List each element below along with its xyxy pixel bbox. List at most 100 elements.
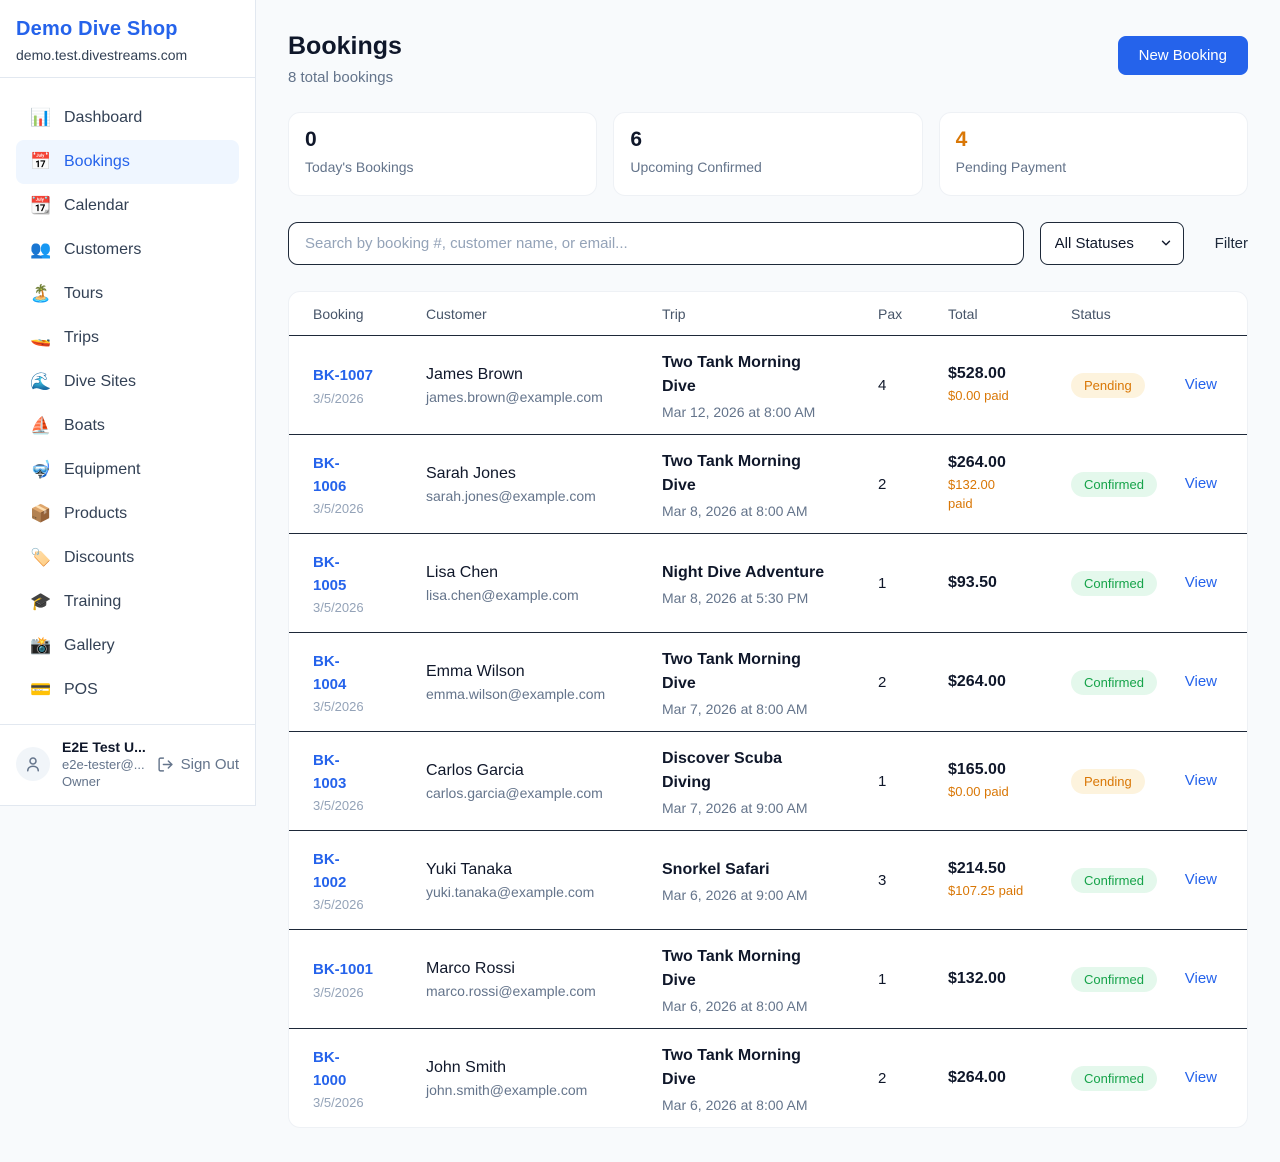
new-booking-button[interactable]: New Booking [1118,36,1248,75]
search-input[interactable] [288,222,1024,265]
column-header-pax: Pax [878,306,948,322]
stat-value: 0 [305,128,580,152]
sidebar-item-products[interactable]: 📦 Products [16,492,239,536]
paid-amount: $0.00 paid [948,387,1026,406]
page-subtitle: 8 total bookings [288,69,402,86]
status-select[interactable]: All Statuses [1040,222,1184,265]
sidebar-item-equipment[interactable]: 🤿 Equipment [16,448,239,492]
equipment-mask-icon: 🤿 [30,460,50,480]
user-info: E2E Test U... e2e-tester@... Owner [62,739,145,789]
gallery-camera-icon: 📸 [30,636,50,656]
trip-name: Two Tank Morning Dive [662,450,857,498]
sign-out-button[interactable]: Sign Out [157,756,239,773]
view-link[interactable]: View [1185,772,1217,789]
view-link[interactable]: View [1185,970,1217,987]
sidebar-item-customers[interactable]: 👥 Customers [16,228,239,272]
booking-date: 3/5/2026 [313,985,426,1000]
customer-name: Carlos Garcia [426,762,662,780]
sidebar-item-training[interactable]: 🎓 Training [16,580,239,624]
sidebar-item-bookings[interactable]: 📅 Bookings [16,140,239,184]
table-row: BK-1001 3/5/2026 Marco Rossi marco.rossi… [289,929,1247,1028]
main-content: Bookings 8 total bookings New Booking 0 … [256,0,1280,1162]
customer-name: Sarah Jones [426,465,662,483]
sidebar-item-pos[interactable]: 💳 POS [16,668,239,712]
booking-link[interactable]: BK- 1004 [313,650,426,697]
customer-email: carlos.garcia@example.com [426,785,662,801]
customer-name: Yuki Tanaka [426,861,662,879]
sidebar-item-gallery[interactable]: 📸 Gallery [16,624,239,668]
trip-name: Two Tank Morning Dive [662,648,857,696]
trip-name: Discover Scuba Diving [662,747,857,795]
bookings-table: Booking Customer Trip Pax Total Status B… [288,291,1248,1128]
sidebar-item-label: Dashboard [64,109,142,127]
total-amount: $132.00 [948,970,1071,988]
pax-count: 2 [878,674,948,691]
customers-icon: 👥 [30,240,50,260]
pax-count: 2 [878,1070,948,1087]
pax-count: 2 [878,476,948,493]
sidebar-item-discounts[interactable]: 🏷️ Discounts [16,536,239,580]
booking-date: 3/5/2026 [313,897,426,912]
sidebar-item-dive-sites[interactable]: 🌊 Dive Sites [16,360,239,404]
booking-link[interactable]: BK-1001 [313,958,426,981]
booking-date: 3/5/2026 [313,391,426,406]
pax-count: 3 [878,872,948,889]
paid-amount: $0.00 paid [948,783,1026,802]
view-link[interactable]: View [1185,871,1217,888]
view-link[interactable]: View [1185,475,1217,492]
customer-email: marco.rossi@example.com [426,983,662,999]
booking-link[interactable]: BK- 1002 [313,848,426,895]
sidebar-item-trips[interactable]: 🚤 Trips [16,316,239,360]
view-link[interactable]: View [1185,574,1217,591]
calendar-icon: 📆 [30,196,50,216]
sidebar-item-calendar[interactable]: 📆 Calendar [16,184,239,228]
column-header-trip: Trip [662,306,878,322]
sidebar-item-label: Trips [64,329,99,347]
products-package-icon: 📦 [30,504,50,524]
bookings-calendar-icon: 📅 [30,152,50,172]
stat-value: 4 [956,128,1231,152]
sidebar-item-dashboard[interactable]: 📊 Dashboard [16,96,239,140]
table-row: BK- 1002 3/5/2026 Yuki Tanaka yuki.tanak… [289,830,1247,929]
page-header: Bookings 8 total bookings New Booking [288,32,1248,86]
total-amount: $93.50 [948,574,1071,592]
sidebar-item-label: Customers [64,241,141,259]
booking-link[interactable]: BK-1007 [313,364,426,387]
customer-name: John Smith [426,1059,662,1077]
customer-email: lisa.chen@example.com [426,587,662,603]
table-row: BK- 1000 3/5/2026 John Smith john.smith@… [289,1028,1247,1127]
customer-email: james.brown@example.com [426,389,662,405]
sidebar-item-label: Bookings [64,153,130,171]
sidebar-nav: 📊 Dashboard 📅 Bookings 📆 Calendar 👥 Cust… [0,78,255,724]
filter-button[interactable]: Filter [1215,235,1248,252]
view-link[interactable]: View [1185,376,1217,393]
status-badge: Pending [1071,373,1145,398]
booking-date: 3/5/2026 [313,798,426,813]
trip-name: Two Tank Morning Dive [662,351,857,399]
stat-card: 0 Today's Bookings [288,112,597,196]
booking-link[interactable]: BK- 1000 [313,1046,426,1093]
sidebar: Demo Dive Shop demo.test.divestreams.com… [0,0,256,806]
table-row: BK-1007 3/5/2026 James Brown james.brown… [289,335,1247,434]
user-name: E2E Test U... [62,739,145,755]
pax-count: 1 [878,971,948,988]
table-row: BK- 1003 3/5/2026 Carlos Garcia carlos.g… [289,731,1247,830]
status-badge: Confirmed [1071,472,1157,497]
user-email: e2e-tester@... [62,757,145,772]
trip-date: Mar 6, 2026 at 8:00 AM [662,1097,878,1113]
booking-link[interactable]: BK- 1006 [313,452,426,499]
status-badge: Confirmed [1071,571,1157,596]
status-badge: Confirmed [1071,670,1157,695]
view-link[interactable]: View [1185,1069,1217,1086]
booking-link[interactable]: BK- 1003 [313,749,426,796]
sidebar-item-label: Products [64,505,127,523]
total-amount: $264.00 [948,454,1071,472]
sidebar-item-boats[interactable]: ⛵ Boats [16,404,239,448]
brand-name: Demo Dive Shop [16,18,239,41]
column-header-total: Total [948,306,1071,322]
pax-count: 1 [878,575,948,592]
booking-link[interactable]: BK- 1005 [313,551,426,598]
sidebar-item-tours[interactable]: 🏝️ Tours [16,272,239,316]
view-link[interactable]: View [1185,673,1217,690]
pax-count: 1 [878,773,948,790]
